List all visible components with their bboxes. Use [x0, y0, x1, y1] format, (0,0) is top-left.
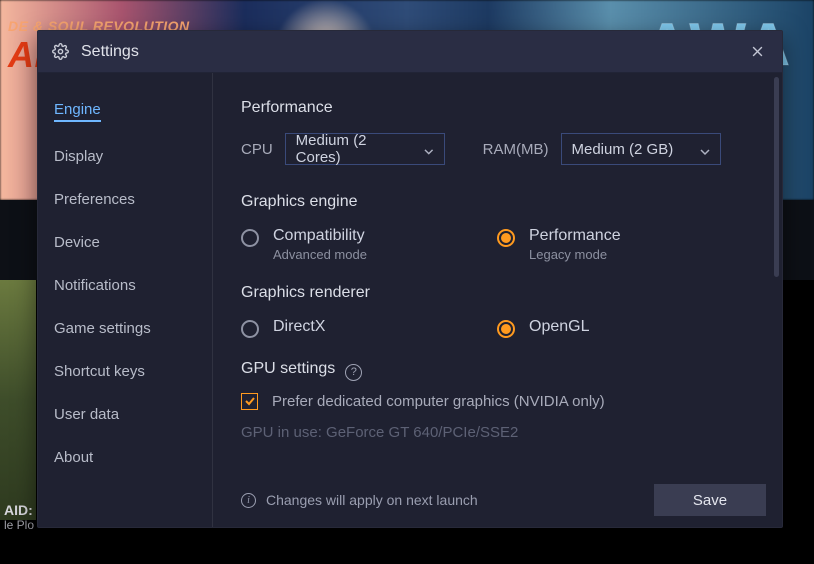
- close-button[interactable]: [746, 41, 768, 63]
- sidebar-item-engine[interactable]: Engine: [54, 101, 101, 122]
- gpu-in-use-text: GPU in use: GeForce GT 640/PCIe/SSE2: [241, 424, 754, 441]
- scrollbar[interactable]: [774, 77, 779, 277]
- settings-modal: Settings Engine Display Preferences Devi…: [37, 30, 783, 528]
- performance-heading: Performance: [241, 99, 754, 117]
- gpu-settings-heading: GPU settings: [241, 360, 335, 378]
- graphics-engine-heading: Graphics engine: [241, 193, 754, 211]
- sidebar-item-shortcut-keys[interactable]: Shortcut keys: [54, 363, 145, 380]
- radio-opengl-label: OpenGL: [529, 318, 589, 336]
- sidebar-item-game-settings[interactable]: Game settings: [54, 320, 151, 337]
- radio-icon: [241, 320, 259, 338]
- sidebar-item-user-data[interactable]: User data: [54, 406, 119, 423]
- radio-performance[interactable]: Performance Legacy mode: [497, 227, 753, 262]
- prefer-dedicated-label: Prefer dedicated computer graphics (NVID…: [272, 393, 605, 410]
- footer-info: i Changes will apply on next launch: [241, 492, 478, 508]
- sidebar-item-about[interactable]: About: [54, 449, 93, 466]
- radio-icon: [497, 229, 515, 247]
- ram-select[interactable]: Medium (2 GB): [561, 133, 721, 165]
- sidebar: Engine Display Preferences Device Notifi…: [38, 73, 213, 527]
- help-icon[interactable]: ?: [345, 364, 362, 381]
- radio-opengl[interactable]: OpenGL: [497, 318, 753, 338]
- sidebar-item-notifications[interactable]: Notifications: [54, 277, 136, 294]
- radio-icon: [241, 229, 259, 247]
- sidebar-item-preferences[interactable]: Preferences: [54, 191, 135, 208]
- ram-label: RAM(MB): [483, 141, 549, 158]
- prefer-dedicated-checkbox[interactable]: [241, 393, 258, 410]
- radio-compatibility-sub: Advanced mode: [273, 247, 367, 262]
- radio-icon: [497, 320, 515, 338]
- radio-performance-label: Performance: [529, 227, 621, 245]
- cpu-select-value: Medium (2 Cores): [296, 132, 410, 166]
- window-title: Settings: [81, 43, 139, 61]
- gear-icon: [52, 43, 69, 60]
- ram-select-value: Medium (2 GB): [572, 141, 674, 158]
- radio-performance-sub: Legacy mode: [529, 247, 621, 262]
- chevron-down-icon: [424, 144, 434, 154]
- info-icon: i: [241, 493, 256, 508]
- graphics-renderer-heading: Graphics renderer: [241, 284, 754, 302]
- sidebar-item-display[interactable]: Display: [54, 148, 103, 165]
- sidebar-item-device[interactable]: Device: [54, 234, 100, 251]
- radio-compatibility-label: Compatibility: [273, 227, 367, 245]
- footer-info-text: Changes will apply on next launch: [266, 492, 478, 508]
- radio-directx-label: DirectX: [273, 318, 325, 336]
- save-button[interactable]: Save: [654, 484, 766, 516]
- chevron-down-icon: [700, 144, 710, 154]
- content-panel: Performance CPU Medium (2 Cores) RAM(MB)…: [213, 73, 782, 527]
- cpu-select[interactable]: Medium (2 Cores): [285, 133, 445, 165]
- radio-compatibility[interactable]: Compatibility Advanced mode: [241, 227, 497, 262]
- titlebar: Settings: [38, 31, 782, 73]
- radio-directx[interactable]: DirectX: [241, 318, 497, 338]
- cpu-label: CPU: [241, 141, 273, 158]
